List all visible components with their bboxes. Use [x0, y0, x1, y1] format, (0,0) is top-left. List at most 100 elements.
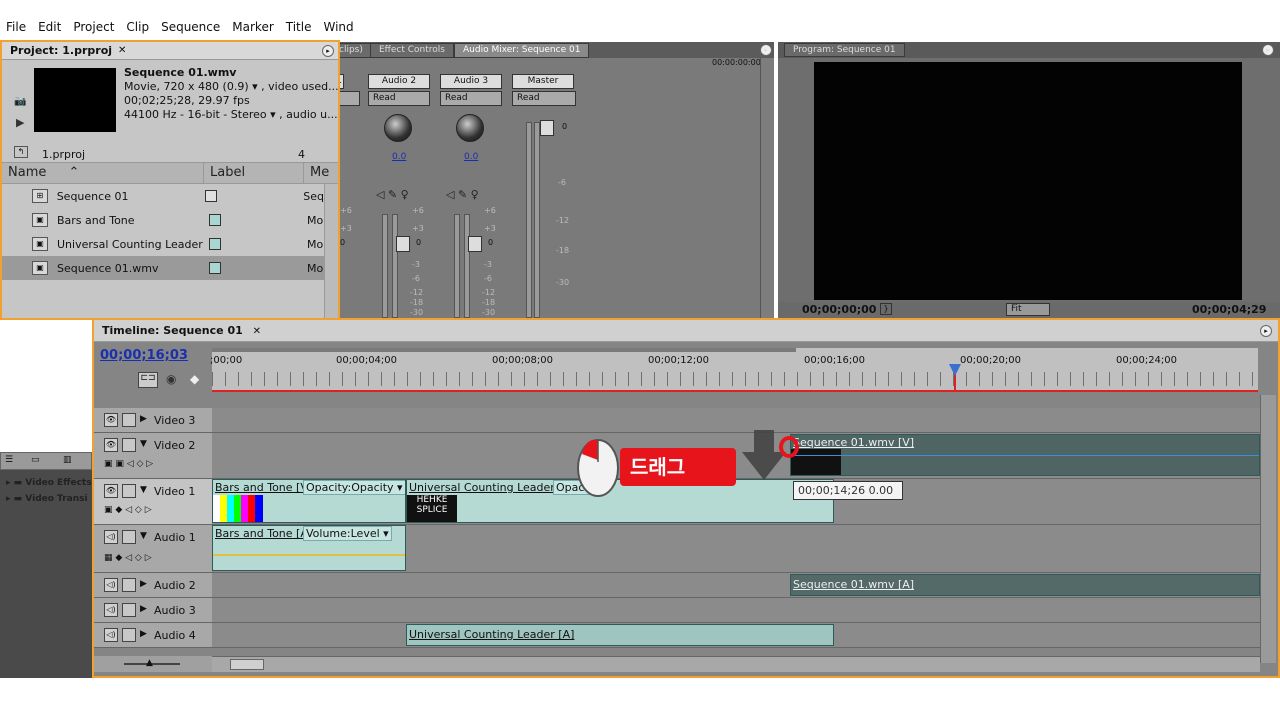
track-video1[interactable]: Bars and Tone [V] Opacity:Opacity ▾ Univ… — [212, 479, 1260, 525]
tab-timeline[interactable]: Timeline: Sequence 01 ✕ — [102, 324, 261, 337]
column-label[interactable]: Label — [204, 163, 304, 183]
bin-icon[interactable]: ▥ — [63, 455, 72, 465]
panel-menu-icon[interactable]: ▸ — [1260, 325, 1272, 337]
display-style-icon[interactable]: ▣ ▣ ◁ ◇ ▷ — [104, 459, 153, 469]
project-item-ucl[interactable]: ▣ Universal Counting Leader Mo — [2, 232, 324, 256]
timeline-vscrollbar[interactable] — [1260, 395, 1276, 663]
marker-icon[interactable]: } — [880, 303, 892, 315]
menu-marker[interactable]: Marker — [226, 20, 279, 34]
zoom-select[interactable]: Fit — [1006, 303, 1050, 316]
track-controls-icons-2[interactable]: ◁ ✎ ♀ — [446, 188, 479, 201]
display-style-icon[interactable]: ▦ ◆ ◁ ◇ ▷ — [104, 553, 152, 563]
project-item-bars-tone[interactable]: ▣ Bars and Tone Mo — [2, 208, 324, 232]
clip-bars-tone-video[interactable]: Bars and Tone [V] Opacity:Opacity ▾ — [212, 479, 406, 523]
automation-select-master[interactable]: Read — [512, 91, 576, 106]
tab-program[interactable]: Program: Sequence 01 — [784, 43, 905, 57]
track-audio3[interactable] — [212, 598, 1260, 623]
tab-effect-controls[interactable]: Effect Controls — [370, 43, 454, 58]
effects-folder-video-transitions[interactable]: ▸ ▬ Video Transi — [6, 494, 88, 504]
close-icon[interactable]: ✕ — [118, 45, 126, 56]
work-area-bar[interactable] — [212, 348, 796, 352]
pan-value-audio3[interactable]: 0.0 — [464, 152, 478, 162]
track-audio2[interactable]: Sequence 01.wmv [A] — [212, 573, 1260, 598]
clip-seq-wmv-video[interactable]: Sequence 01.wmv [V] — [790, 434, 1260, 476]
master-fader[interactable] — [540, 120, 554, 136]
automation-select-audio3[interactable]: Read — [440, 91, 502, 106]
expand-icon[interactable]: ▶ — [140, 579, 147, 589]
lock-icon[interactable] — [122, 413, 136, 427]
speaker-icon[interactable]: ◁) — [104, 578, 118, 592]
lock-icon[interactable] — [122, 530, 136, 544]
timeline-ruler[interactable]: ;00;00 00;00;04;00 00;00;08;00 00;00;12;… — [210, 348, 1258, 392]
collapse-icon[interactable]: ▼ — [140, 485, 147, 495]
mixer-scrollbar[interactable] — [760, 58, 774, 318]
project-tab[interactable]: Project: 1.prproj ✕ — [2, 42, 338, 60]
project-scrollbar[interactable] — [324, 184, 338, 320]
automation-select-audio2[interactable]: Read — [368, 91, 430, 106]
clip-bars-tone-audio[interactable]: Bars and Tone [A] Volume:Level ▾ — [212, 525, 406, 571]
keyframe-icon[interactable]: ◆ — [190, 372, 199, 386]
project-item-seq-wmv[interactable]: ▣ Sequence 01.wmv Mo — [2, 256, 324, 280]
menu-file[interactable]: File — [0, 20, 32, 34]
icon-view-icon[interactable]: ▭ — [31, 455, 40, 465]
volume-fader-audio3[interactable] — [468, 236, 482, 252]
expand-icon[interactable]: ▶ — [140, 604, 147, 614]
menu-sequence[interactable]: Sequence — [155, 20, 226, 34]
opacity-line[interactable] — [791, 455, 1259, 456]
pan-knob-audio2[interactable] — [384, 114, 412, 142]
expand-icon[interactable]: ▶ — [140, 629, 147, 639]
speaker-icon[interactable]: ◁) — [104, 530, 118, 544]
list-view-icon[interactable]: ☰ — [5, 455, 13, 465]
timeline-current-time[interactable]: 00;00;16;03 — [100, 348, 188, 363]
volume-fader-audio2[interactable] — [396, 236, 410, 252]
lock-icon[interactable] — [122, 438, 136, 452]
panel-menu-icon[interactable]: ▸ — [322, 45, 334, 57]
track-video3[interactable] — [212, 408, 1260, 433]
track-audio1[interactable]: Bars and Tone [A] Volume:Level ▾ — [212, 525, 1260, 573]
column-media[interactable]: Me — [304, 163, 338, 183]
display-style-icon[interactable]: ▣ ◆ ◁ ◇ ▷ — [104, 505, 152, 515]
track-controls-icons[interactable]: ◁ ✎ ♀ — [376, 188, 409, 201]
zoom-slider[interactable]: ▲ — [94, 656, 212, 672]
panel-menu-icon[interactable]: ▸ — [760, 44, 772, 56]
scroll-thumb[interactable] — [230, 659, 264, 670]
menu-window[interactable]: Wind — [317, 20, 359, 34]
collapse-icon[interactable]: ▼ — [140, 531, 147, 541]
zoom-handle-icon[interactable]: ▲ — [146, 658, 153, 668]
play-icon[interactable]: ▶ — [16, 116, 24, 129]
parent-folder-icon[interactable]: ↰ — [14, 146, 28, 158]
clip-ucl-audio[interactable]: Universal Counting Leader [A] — [406, 624, 834, 646]
playhead[interactable] — [954, 368, 956, 392]
collapse-icon[interactable]: ▼ — [140, 439, 147, 449]
menu-edit[interactable]: Edit — [32, 20, 67, 34]
snap-icon[interactable]: ⊏⊐ — [138, 372, 158, 388]
menu-project[interactable]: Project — [67, 20, 120, 34]
panel-menu-icon[interactable]: ▸ — [1262, 44, 1274, 56]
track-audio4[interactable]: Universal Counting Leader [A] — [212, 623, 1260, 648]
marker-icon[interactable]: ◉ — [166, 372, 176, 386]
clip-seq-wmv-audio[interactable]: Sequence 01.wmv [A] — [790, 574, 1260, 596]
lock-icon[interactable] — [122, 628, 136, 642]
lock-icon[interactable] — [122, 603, 136, 617]
speaker-icon[interactable]: ◁) — [104, 628, 118, 642]
column-name[interactable]: Name ⌃ — [2, 163, 204, 183]
opacity-menu[interactable]: Opacity:Opacity ▾ — [303, 480, 405, 495]
pan-knob-audio3[interactable] — [456, 114, 484, 142]
program-current-time[interactable]: 00;00;00;00 — [802, 303, 876, 316]
camera-icon[interactable]: 📷 — [14, 96, 26, 107]
pan-value-audio2[interactable]: 0.0 — [392, 152, 406, 162]
effects-folder-video-effects[interactable]: ▸ ▬ Video Effects — [6, 478, 92, 488]
eye-icon[interactable]: 👁 — [104, 438, 118, 452]
lock-icon[interactable] — [122, 578, 136, 592]
menu-clip[interactable]: Clip — [120, 20, 155, 34]
lock-icon[interactable] — [122, 484, 136, 498]
expand-icon[interactable]: ▶ — [140, 414, 147, 424]
menu-title[interactable]: Title — [280, 20, 318, 34]
volume-menu[interactable]: Volume:Level ▾ — [303, 526, 392, 541]
tab-audio-mixer[interactable]: Audio Mixer: Sequence 01 — [454, 43, 590, 58]
eye-icon[interactable]: 👁 — [104, 484, 118, 498]
project-item-sequence01[interactable]: ⊞ Sequence 01 Seq — [2, 184, 324, 208]
timeline-hscrollbar[interactable] — [212, 656, 1260, 672]
speaker-icon[interactable]: ◁) — [104, 603, 118, 617]
eye-icon[interactable]: 👁 — [104, 413, 118, 427]
